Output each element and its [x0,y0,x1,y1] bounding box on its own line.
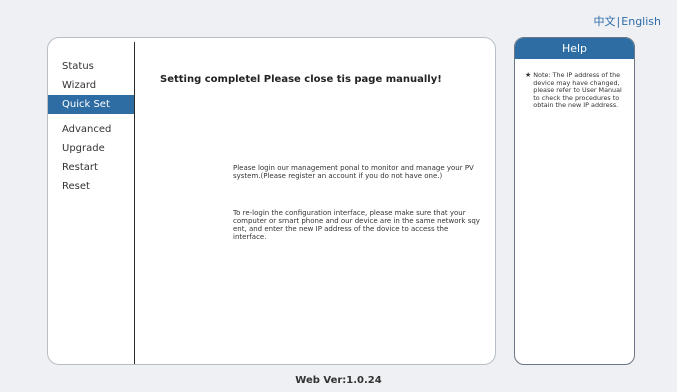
lang-chinese-link[interactable]: 中文 [594,15,616,28]
menu-item-wizard[interactable]: Wizard [48,76,134,95]
help-note: ★ Note: The IP address of the device may… [525,71,629,110]
side-menu: Status Wizard Quick Set Advanced Upgrade… [48,57,134,196]
lang-english-link[interactable]: English [621,15,661,28]
help-title: Help [515,38,634,59]
main-panel: Status Wizard Quick Set Advanced Upgrade… [47,37,496,365]
relogin-instructions: To re-login the configuration interface,… [233,209,480,241]
menu-item-restart[interactable]: Restart [48,158,134,177]
menu-item-advanced[interactable]: Advanced [48,120,134,139]
menu-item-quick-set[interactable]: Quick Set [48,95,134,114]
login-portal-message: Please login our management ponal to mon… [233,164,474,180]
lang-separator: | [616,15,621,28]
menu-item-reset[interactable]: Reset [48,177,134,196]
web-version: Web Ver:1.0.24 [295,375,382,386]
language-switcher: 中文|English [594,13,661,29]
menu-item-upgrade[interactable]: Upgrade [48,139,134,158]
help-note-text: Note: The IP address of the device may h… [533,71,622,110]
completion-heading: Setting completel Please close tis page … [160,74,442,85]
help-panel: Help ★ Note: The IP address of the devic… [514,37,635,365]
content-area: Setting completel Please close tis page … [135,38,495,364]
menu-item-status[interactable]: Status [48,57,134,76]
star-icon: ★ [525,71,532,79]
